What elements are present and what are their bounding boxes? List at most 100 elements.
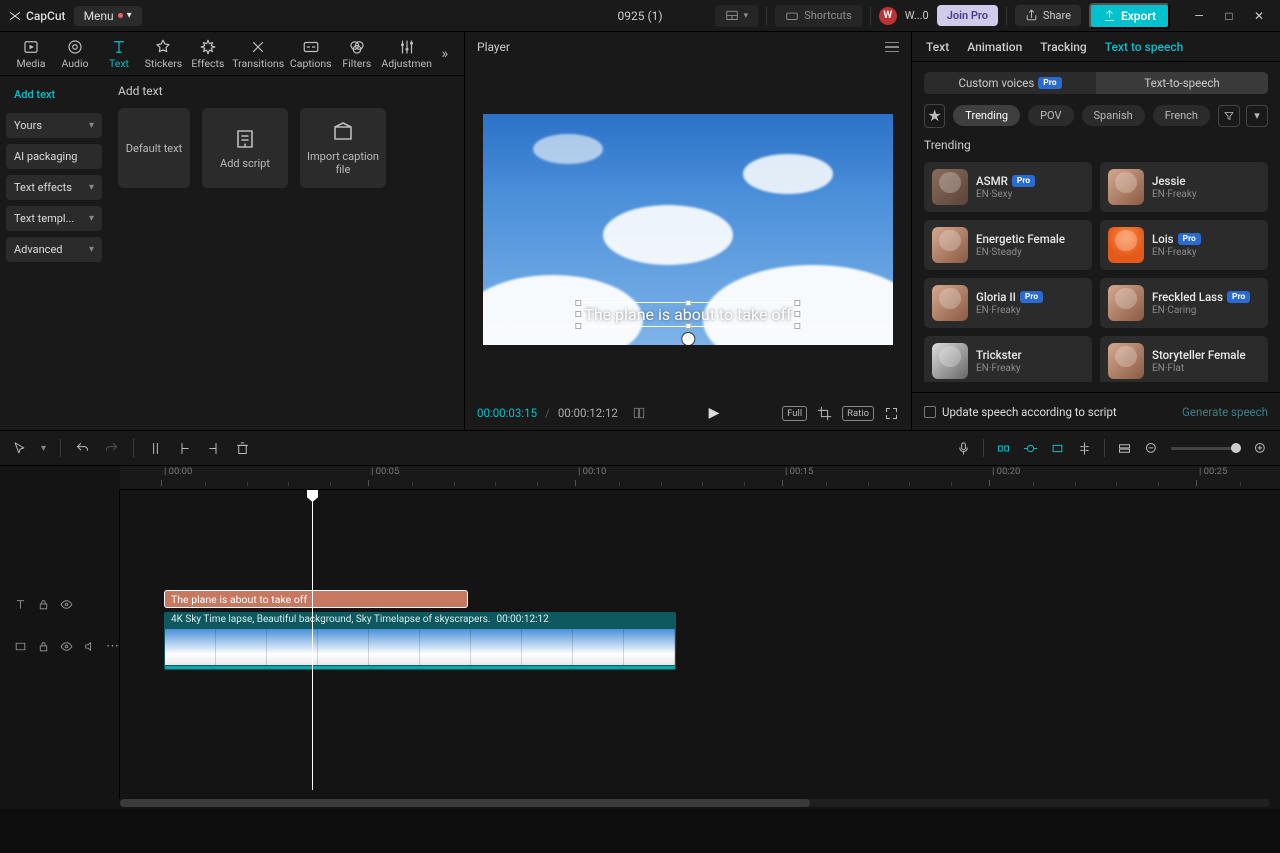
crop-icon[interactable] <box>817 406 832 421</box>
voice-jessie[interactable]: JessieEN·Freaky <box>1100 162 1268 212</box>
timeline-scrollbar[interactable] <box>120 799 1270 807</box>
export-button[interactable]: Export <box>1089 3 1170 29</box>
player-menu-button[interactable] <box>885 42 899 53</box>
trim-left-button[interactable] <box>177 441 192 456</box>
sidebar-item-text-templ-[interactable]: Text templ...▾ <box>6 206 102 231</box>
ratio-button[interactable]: Ratio <box>842 406 874 421</box>
mute-icon[interactable] <box>83 640 96 653</box>
ribbon-tab-audio[interactable]: Audio <box>54 35 96 73</box>
ribbon-tab-effects[interactable]: Effects <box>187 35 229 73</box>
minimize-button[interactable]: ― <box>1186 5 1212 27</box>
track-more-button[interactable]: ⋯ <box>106 639 119 654</box>
lock-icon[interactable] <box>37 640 50 653</box>
lock-icon[interactable] <box>37 598 50 611</box>
voice-trickster[interactable]: TricksterEN·Freaky <box>924 336 1092 382</box>
chip-trending[interactable]: Trending <box>953 105 1020 126</box>
text-sidebar: Add text Yours▾ AI packaging Text effects▾ T… <box>0 76 108 430</box>
sidebar-item-text-effects[interactable]: Text effects▾ <box>6 175 102 200</box>
voice-storyteller-female[interactable]: Storyteller FemaleEN·Flat <box>1100 336 1268 382</box>
zoom-in-button[interactable] <box>1253 441 1268 456</box>
keyboard-icon <box>785 9 799 23</box>
zoom-out-button[interactable] <box>1144 441 1159 456</box>
undo-button[interactable] <box>75 441 90 456</box>
ruler-tick: | 00:00 <box>164 466 192 477</box>
selection-dropdown[interactable]: ▾ <box>41 443 46 454</box>
voice-mode-segment[interactable]: Custom voicesPro Text-to-speech <box>924 72 1268 94</box>
ribbon-more-button[interactable]: » <box>435 46 454 62</box>
inspector-tab-text[interactable]: Text <box>926 40 949 54</box>
ribbon-tab-transitions[interactable]: Transitions <box>231 35 286 73</box>
voice-asmr[interactable]: ASMRProEN·Sexy <box>924 162 1092 212</box>
card-default-text[interactable]: Default text <box>118 108 190 188</box>
card-import-caption-file[interactable]: Import caption file <box>300 108 386 188</box>
capcut-icon <box>8 9 22 23</box>
chip-pov[interactable]: POV <box>1028 105 1073 126</box>
zoom-slider[interactable] <box>1171 447 1241 450</box>
filter-button[interactable] <box>1218 105 1240 127</box>
ruler-tick: | 00:05 <box>371 466 399 477</box>
text-overlay-selection[interactable]: The plane is about to take off ⟳ <box>577 302 798 327</box>
ribbon-tab-text[interactable]: Text <box>98 35 140 73</box>
link-button[interactable] <box>1023 441 1038 456</box>
sidebar-item-ai-packaging[interactable]: AI packaging <box>6 144 102 169</box>
user-avatar[interactable]: W <box>879 7 897 25</box>
chip-spanish[interactable]: Spanish <box>1082 105 1145 126</box>
delete-button[interactable] <box>235 441 250 456</box>
inspector-tab-animation[interactable]: Animation <box>967 40 1022 54</box>
time-ruler[interactable]: | 00:00| 00:05| 00:10| 00:15| 00:20| 00:… <box>120 466 1280 490</box>
maximize-button[interactable]: □ <box>1216 5 1242 27</box>
inspector-tab-tracking[interactable]: Tracking <box>1040 40 1086 54</box>
card-add-script[interactable]: Add script <box>202 108 288 188</box>
ribbon-tab-filters[interactable]: Filters <box>336 35 378 73</box>
ribbon-tab-adjustmen[interactable]: Adjustmen <box>380 35 434 73</box>
preview-canvas[interactable]: The plane is about to take off ⟳ <box>483 114 893 345</box>
chip-french[interactable]: French <box>1153 105 1210 126</box>
layout-button[interactable]: ▾ <box>715 5 759 27</box>
close-button[interactable]: ✕ <box>1246 5 1272 27</box>
shortcuts-button[interactable]: Shortcuts <box>775 5 862 27</box>
play-button[interactable]: ▶ <box>709 405 720 421</box>
generate-speech-button[interactable]: Generate speech <box>1182 405 1268 419</box>
playhead[interactable] <box>312 490 313 790</box>
titlebar: CapCut Menu▾ 0925 (1) ▾ Shortcuts W W...… <box>0 0 1280 32</box>
text-to-speech-tab[interactable]: Text-to-speech <box>1096 72 1268 94</box>
sidebar-item-advanced[interactable]: Advanced▾ <box>6 237 102 262</box>
fullscreen-icon[interactable] <box>884 406 899 421</box>
text-clip[interactable]: The plane is about to take off <box>164 590 468 608</box>
compare-icon[interactable] <box>632 406 646 420</box>
favorites-button[interactable]: ★ <box>924 104 945 128</box>
timeline[interactable]: | 00:00| 00:05| 00:10| 00:15| 00:20| 00:… <box>0 466 1280 809</box>
ribbon-tab-captions[interactable]: Captions <box>288 35 334 73</box>
eye-icon[interactable] <box>60 640 73 653</box>
voice-lois[interactable]: LoisProEN·Freaky <box>1100 220 1268 270</box>
eye-icon[interactable] <box>60 598 73 611</box>
inspector-tab-text-to-speech[interactable]: Text to speech <box>1105 40 1184 54</box>
video-clip[interactable]: 4K Sky Time lapse, Beautiful background,… <box>164 612 676 670</box>
more-filters-button[interactable]: ▾ <box>1246 105 1268 127</box>
record-audio-button[interactable] <box>956 441 971 456</box>
share-button[interactable]: Share <box>1015 5 1081 26</box>
sidebar-item-add-text[interactable]: Add text <box>6 82 102 107</box>
full-button[interactable]: Full <box>782 406 807 421</box>
align-button[interactable] <box>1077 441 1092 456</box>
ruler-tick: | 00:10 <box>578 466 606 477</box>
selection-tool[interactable] <box>12 441 27 456</box>
join-pro-button[interactable]: Join Pro <box>937 5 998 26</box>
voice-freckled-lass[interactable]: Freckled LassProEN·Caring <box>1100 278 1268 328</box>
custom-voices-tab[interactable]: Custom voicesPro <box>924 72 1096 94</box>
redo-button[interactable] <box>104 441 119 456</box>
ribbon-tab-stickers[interactable]: Stickers <box>142 35 185 73</box>
voice-avatar <box>932 169 968 205</box>
trim-right-button[interactable] <box>206 441 221 456</box>
rotate-handle-icon[interactable]: ⟳ <box>681 332 695 345</box>
sidebar-item-yours[interactable]: Yours▾ <box>6 113 102 138</box>
voice-energetic-female[interactable]: Energetic FemaleEN·Steady <box>924 220 1092 270</box>
voice-gloria-ii[interactable]: Gloria IIProEN·Freaky <box>924 278 1092 328</box>
ribbon-tab-media[interactable]: Media <box>10 35 52 73</box>
update-speech-checkbox[interactable] <box>924 406 936 418</box>
split-button[interactable] <box>148 441 163 456</box>
preview-snap-button[interactable] <box>1050 441 1065 456</box>
magnet-button[interactable] <box>996 441 1011 456</box>
menu-button[interactable]: Menu▾ <box>74 6 142 26</box>
track-toggle-button[interactable] <box>1117 441 1132 456</box>
